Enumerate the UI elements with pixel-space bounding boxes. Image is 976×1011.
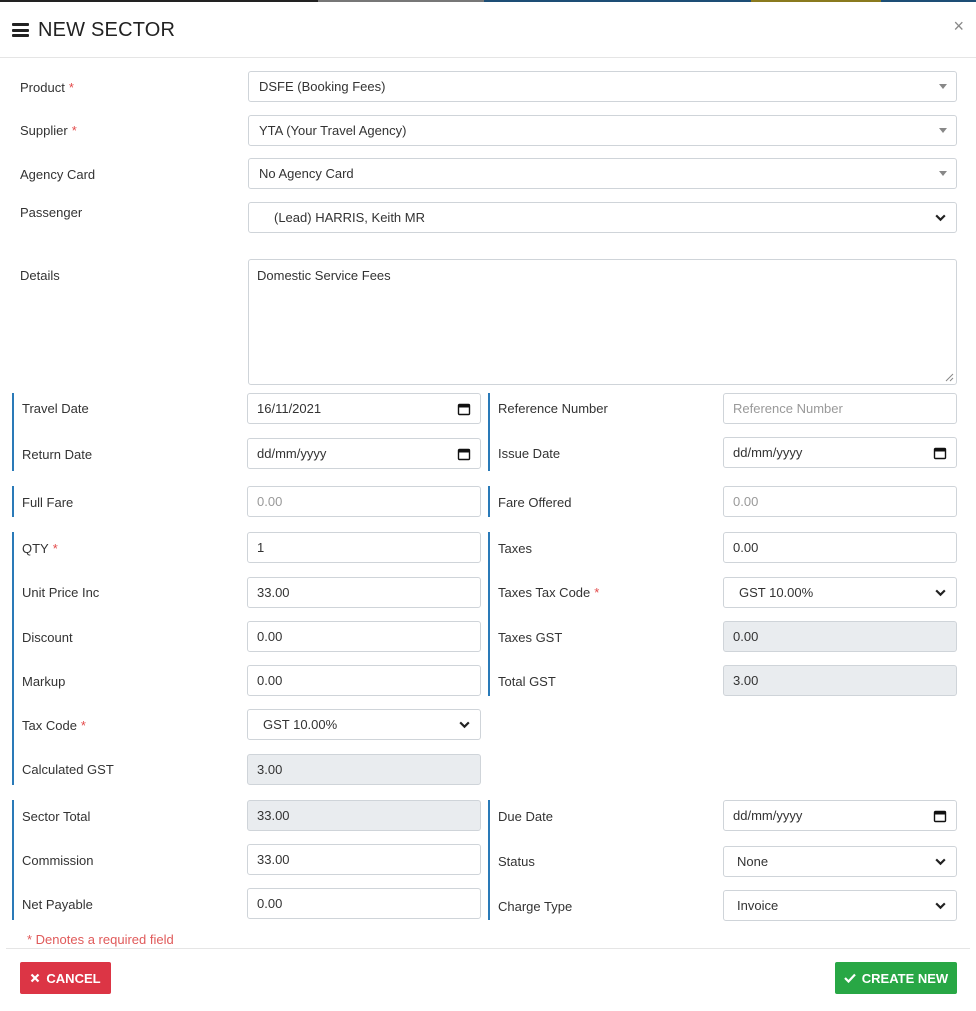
modal-title: NEW SECTOR (38, 19, 176, 41)
markup-input[interactable]: 0.00 (247, 665, 481, 696)
cancel-button[interactable]: CANCEL (20, 962, 111, 994)
fare-offered-label: Fare Offered (498, 495, 572, 510)
product-label: Product * (20, 80, 74, 95)
full-fare-label: Full Fare (22, 495, 74, 510)
required-field-note: * Denotes a required field (27, 932, 174, 947)
reference-number-label: Reference Number (498, 401, 608, 416)
caret-down-icon (939, 171, 947, 176)
create-new-button[interactable]: CREATE NEW (835, 962, 957, 994)
section-bar-pricing-right (488, 532, 490, 696)
sector-total-readonly: 33.00 (247, 800, 481, 831)
charge-type-label: Charge Type (498, 899, 573, 914)
calendar-icon[interactable] (933, 446, 947, 460)
due-date-input[interactable]: dd/mm/yyyy (723, 800, 957, 831)
section-bar-fare-left (12, 486, 14, 517)
charge-type-select[interactable]: Invoice (723, 890, 957, 921)
modal-header: NEW SECTOR × (0, 2, 976, 58)
net-payable-input[interactable]: 0.00 (247, 888, 481, 919)
close-icon (31, 973, 40, 983)
chevron-down-icon (935, 214, 946, 222)
travel-date-label: Travel Date (22, 401, 89, 416)
calculated-gst-label: Calculated GST (22, 762, 114, 777)
chevron-down-icon (935, 902, 946, 910)
issue-date-input[interactable]: dd/mm/yyyy (723, 437, 957, 468)
sector-total-label: Sector Total (22, 809, 91, 824)
caret-down-icon (939, 84, 947, 89)
caret-down-icon (939, 128, 947, 133)
discount-label: Discount (22, 630, 73, 645)
passenger-label: Passenger (20, 205, 83, 220)
qty-label: QTY * (22, 541, 58, 556)
agency-card-select[interactable]: No Agency Card (248, 158, 957, 189)
net-payable-label: Net Payable (22, 897, 93, 912)
taxes-tax-code-label: Taxes Tax Code * (498, 585, 600, 600)
product-select[interactable]: DSFE (Booking Fees) (248, 71, 957, 102)
section-bar-dates-right (488, 393, 490, 471)
calendar-icon[interactable] (457, 402, 471, 416)
agency-card-label: Agency Card (20, 167, 96, 182)
issue-date-label: Issue Date (498, 446, 561, 461)
qty-input[interactable]: 1 (247, 532, 481, 563)
taxes-input[interactable]: 0.00 (723, 532, 957, 563)
unit-price-inc-label: Unit Price Inc (22, 585, 100, 600)
calculated-gst-readonly: 3.00 (247, 754, 481, 785)
taxes-tax-code-select[interactable]: GST 10.00% (723, 577, 957, 608)
markup-label: Markup (22, 674, 66, 689)
commission-label: Commission (22, 853, 94, 868)
status-label: Status (498, 854, 535, 869)
calendar-icon[interactable] (933, 809, 947, 823)
section-bar-totals-left (12, 800, 14, 920)
resize-grip-icon[interactable] (945, 373, 954, 382)
chevron-down-icon (935, 858, 946, 866)
passenger-select[interactable]: (Lead) HARRIS, Keith MR (248, 202, 957, 233)
section-bar-fare-right (488, 486, 490, 517)
supplier-label: Supplier * (20, 123, 77, 138)
section-bar-dates-left (12, 393, 14, 471)
section-bar-pricing-left (12, 532, 14, 785)
check-icon (844, 973, 856, 983)
status-select[interactable]: None (723, 846, 957, 877)
return-date-input[interactable]: dd/mm/yyyy (247, 438, 481, 469)
details-label: Details (20, 268, 60, 283)
commission-input[interactable]: 33.00 (247, 844, 481, 875)
details-textarea[interactable]: Domestic Service Fees (248, 259, 957, 385)
cancel-button-label: CANCEL (46, 970, 101, 986)
calendar-icon[interactable] (457, 447, 471, 461)
taxes-gst-readonly: 0.00 (723, 621, 957, 652)
reference-number-input[interactable]: Reference Number (723, 393, 957, 424)
full-fare-input[interactable]: 0.00 (247, 486, 481, 517)
fare-offered-input[interactable]: 0.00 (723, 486, 957, 517)
hamburger-menu-icon[interactable] (12, 23, 29, 37)
footer-divider (6, 948, 970, 949)
tax-code-select[interactable]: GST 10.00% (247, 709, 481, 740)
return-date-label: Return Date (22, 447, 93, 462)
chevron-down-icon (935, 589, 946, 597)
create-new-button-label: CREATE NEW (861, 970, 949, 986)
due-date-label: Due Date (498, 809, 553, 824)
total-gst-readonly: 3.00 (723, 665, 957, 696)
taxes-gst-label: Taxes GST (498, 630, 563, 645)
taxes-label: Taxes (498, 541, 532, 556)
close-icon[interactable]: × (953, 16, 964, 37)
supplier-select[interactable]: YTA (Your Travel Agency) (248, 115, 957, 146)
section-bar-totals-right (488, 800, 490, 920)
travel-date-input[interactable]: 16/11/2021 (247, 393, 481, 424)
discount-input[interactable]: 0.00 (247, 621, 481, 652)
total-gst-label: Total GST (498, 674, 556, 689)
unit-price-inc-input[interactable]: 33.00 (247, 577, 481, 608)
tax-code-label: Tax Code * (22, 718, 86, 733)
chevron-down-icon (459, 721, 470, 729)
